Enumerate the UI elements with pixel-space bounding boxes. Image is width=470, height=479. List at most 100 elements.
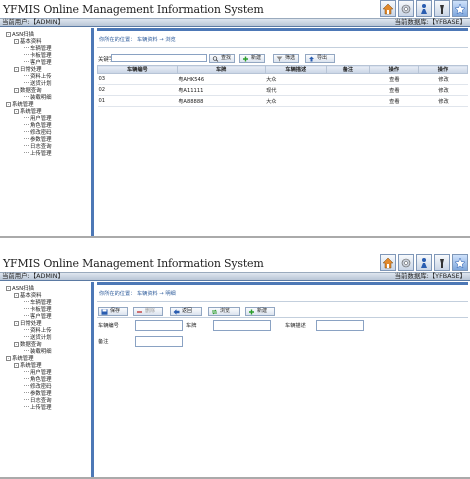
column-header[interactable]: 备注 [325, 65, 370, 74]
view-link[interactable]: 查看 [369, 84, 419, 96]
export-button[interactable]: 导出 [305, 54, 335, 63]
tree-leaf-item[interactable]: 上传管理 [0, 405, 91, 412]
tree-leaf-item[interactable]: 车辆管理 [0, 46, 91, 53]
column-header[interactable]: 操作 [417, 65, 469, 74]
vehicle-no-input[interactable] [135, 320, 183, 331]
user-icon[interactable] [416, 254, 432, 271]
help-icon[interactable] [434, 0, 450, 17]
delete-button[interactable]: 删除 [133, 307, 163, 316]
column-header[interactable]: 车辆描述 [264, 65, 327, 74]
home-icon[interactable] [380, 254, 396, 271]
tree-leaf-item[interactable]: 资料上传 [0, 328, 91, 335]
search-button[interactable]: 查找 [209, 54, 235, 63]
edit-link[interactable]: 修改 [418, 95, 468, 107]
column-header[interactable]: 操作 [368, 65, 419, 74]
note-input[interactable] [135, 336, 183, 347]
tree-leaf-item[interactable]: 修改密码 [0, 130, 91, 137]
new-button[interactable]: 新建 [245, 307, 275, 316]
description-label: 车辆描述 [285, 323, 306, 329]
tree-folder-item[interactable]: - ASN扫描 [0, 286, 91, 293]
app-title: YFMIS Online Management Information Syst… [3, 3, 264, 16]
collapse-toggle-icon[interactable]: - [14, 88, 19, 93]
tree-folder-item[interactable]: - 数据查询 [0, 88, 91, 95]
tree-folder-item[interactable]: - 系统管理 [0, 109, 91, 116]
tree-folder-item[interactable]: - 基本资料 [0, 39, 91, 46]
save-button[interactable]: 保存 [98, 307, 128, 316]
tree-item-label: 系统管理 [20, 109, 42, 115]
current-database: 当前数据库:【YFBASE】 [394, 18, 466, 26]
collapse-toggle-icon[interactable]: - [14, 363, 19, 368]
tree-folder-item[interactable]: - ASN扫描 [0, 32, 91, 39]
collapse-toggle-icon[interactable]: - [6, 356, 11, 361]
tree-leaf-item[interactable]: 卡板管理 [0, 307, 91, 314]
tree-leaf-item[interactable]: 送货计划 [0, 335, 91, 342]
description-input[interactable] [316, 320, 364, 331]
settings-icon[interactable] [398, 0, 414, 17]
tree-leaf-item[interactable]: 参数管理 [0, 137, 91, 144]
collapse-toggle-icon[interactable]: - [6, 32, 11, 37]
tree-leaf-item[interactable]: 上传管理 [0, 151, 91, 158]
collapse-toggle-icon[interactable]: - [14, 321, 19, 326]
tree-folder-item[interactable]: - 系统管理 [0, 356, 91, 363]
collapse-toggle-icon[interactable]: - [14, 39, 19, 44]
settings-icon[interactable] [398, 254, 414, 271]
collapse-toggle-icon[interactable]: - [6, 102, 11, 107]
vehicle-id-cell: 02 [97, 84, 178, 96]
tree-item-label: 数据查询 [20, 88, 42, 94]
breadcrumb: 你所在的位置： 车辆资料 → 浏览 [99, 37, 176, 43]
help-icon[interactable] [434, 254, 450, 271]
tree-leaf-item[interactable]: 参数管理 [0, 391, 91, 398]
home-icon[interactable] [380, 0, 396, 17]
tree-item-label: 用户管理 [30, 370, 52, 376]
tree-leaf-item[interactable]: 角色管理 [0, 123, 91, 130]
tree-leaf-item[interactable]: 日志查询 [0, 398, 91, 405]
export-button-label: 导出 [317, 55, 328, 61]
tree-item-label: 送货计划 [30, 335, 52, 341]
tree-leaf-item[interactable]: 车辆管理 [0, 300, 91, 307]
tree-leaf-item[interactable]: 装载明细 [0, 95, 91, 102]
browse-button[interactable]: 浏览 [208, 307, 240, 316]
back-button[interactable]: 返回 [170, 307, 202, 316]
tree-leaf-item[interactable]: 角色管理 [0, 377, 91, 384]
plate-input[interactable] [213, 320, 271, 331]
star-icon[interactable] [452, 0, 468, 17]
tree-item-label: 角色管理 [30, 377, 52, 383]
tree-leaf-item[interactable]: 资料上传 [0, 74, 91, 81]
filter-button[interactable]: 筛选 [273, 54, 299, 63]
collapse-toggle-icon[interactable]: - [14, 67, 19, 72]
tree-leaf-item[interactable]: 日志查询 [0, 144, 91, 151]
tree-leaf-item[interactable]: 客户管理 [0, 60, 91, 67]
tree-folder-item[interactable]: - 数据查询 [0, 342, 91, 349]
tree-leaf-item[interactable]: 用户管理 [0, 116, 91, 123]
star-icon[interactable] [452, 254, 468, 271]
detail-toolbar: 保存 删除 返回 浏览 新建 [97, 306, 468, 318]
tree-item-label: 卡板管理 [30, 53, 52, 59]
keyword-input[interactable] [111, 54, 207, 62]
refresh-icon [211, 309, 218, 315]
tree-folder-item[interactable]: - 基本资料 [0, 293, 91, 300]
collapse-toggle-icon[interactable]: - [14, 109, 19, 114]
column-header[interactable]: 车辆编号 [97, 65, 178, 74]
tree-leaf-item[interactable]: 客户管理 [0, 314, 91, 321]
new-button[interactable]: 新建 [239, 54, 265, 63]
collapse-toggle-icon[interactable]: - [14, 293, 19, 298]
tree-leaf-item[interactable]: 卡板管理 [0, 53, 91, 60]
tree-folder-item[interactable]: - 日常处理 [0, 67, 91, 74]
tree-leaf-item[interactable]: 送货计划 [0, 81, 91, 88]
tree-folder-item[interactable]: - 日常处理 [0, 321, 91, 328]
edit-link[interactable]: 修改 [418, 84, 468, 96]
view-link[interactable]: 查看 [369, 95, 419, 107]
view-link[interactable]: 查看 [369, 73, 419, 85]
tree-leaf-item[interactable]: 用户管理 [0, 370, 91, 377]
user-icon[interactable] [416, 0, 432, 17]
tree-leaf-item[interactable]: 装载明细 [0, 349, 91, 356]
column-header[interactable]: 车牌 [176, 65, 266, 74]
edit-link[interactable]: 修改 [418, 73, 468, 85]
vehicle-no-label: 车辆编号 [98, 323, 119, 329]
nav-tree: - ASN扫描 - 基本资料 车辆管理 卡板管理 客户管理 - 日常处理 资料上传 送货计划 - 数据查… [0, 32, 91, 158]
tree-folder-item[interactable]: - 系统管理 [0, 102, 91, 109]
collapse-toggle-icon[interactable]: - [6, 286, 11, 291]
collapse-toggle-icon[interactable]: - [14, 342, 19, 347]
tree-leaf-item[interactable]: 修改密码 [0, 384, 91, 391]
tree-folder-item[interactable]: - 系统管理 [0, 363, 91, 370]
